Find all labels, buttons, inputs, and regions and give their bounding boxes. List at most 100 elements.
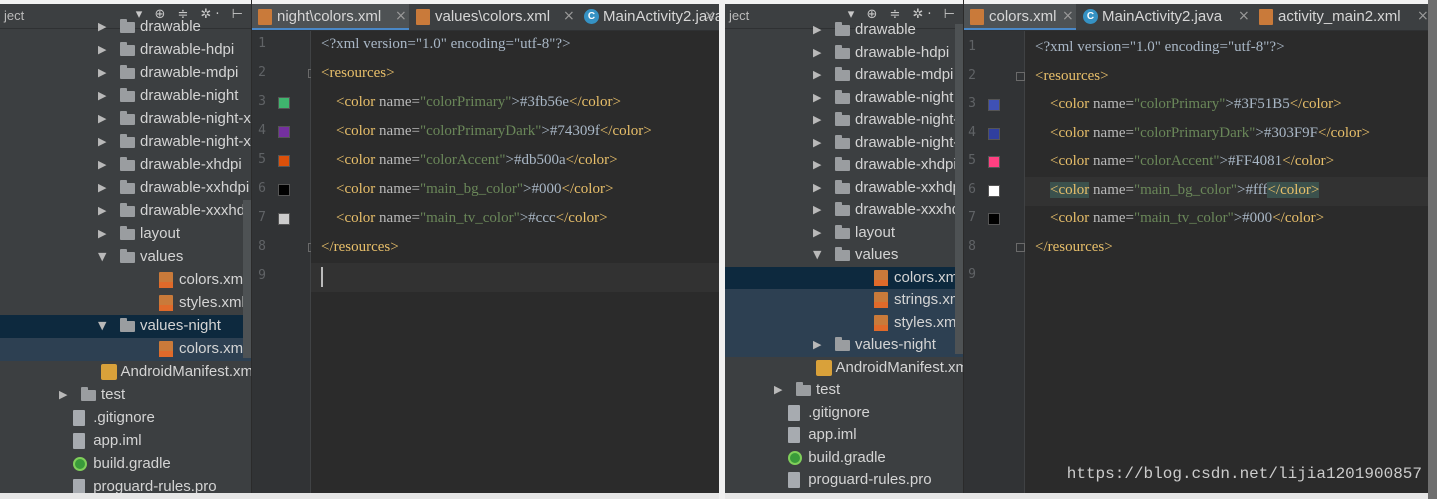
tree-item[interactable]: ▶ drawable-xxxhdpi [0,200,251,223]
color-swatch-icon[interactable] [278,155,290,167]
color-swatch-icon[interactable] [988,127,1000,140]
code-line[interactable]: <color name="main_tv_color">#ccc</color> [311,205,719,234]
collapse-arrow-icon[interactable]: ▶ [98,181,106,194]
expand-arrow-icon[interactable]: ▼ [98,250,106,263]
tree-item[interactable]: styles.xml [0,292,251,315]
tree-item[interactable]: .gitignore [725,402,963,425]
tree-item[interactable]: ▼ values-night [0,315,251,338]
code-editor[interactable]: https://blog.csdn.net/lijia1201900857 <?… [1025,31,1428,493]
tree-item[interactable]: styles.xml [725,311,963,335]
tree-item[interactable]: ▶ drawable-night [725,87,963,110]
collapse-arrow-icon[interactable]: ▶ [813,226,821,239]
tree-item[interactable]: ▶ drawable-hdpi [725,42,963,65]
color-swatch-icon[interactable] [988,99,1000,111]
collapse-arrow-icon[interactable]: ▶ [813,203,821,216]
tree-item[interactable]: proguard-rules.pro [725,469,963,492]
tree-item[interactable]: ▶ test [0,384,251,407]
tree-item[interactable]: .gitignore [0,407,251,430]
tree-item[interactable]: ▶ drawable [0,16,251,39]
tree-item[interactable]: ▼ values [0,246,251,269]
collapse-arrow-icon[interactable]: ▶ [59,388,67,401]
tree-item[interactable]: ▶ layout [725,222,963,245]
expand-arrow-icon[interactable]: ▼ [813,248,821,261]
color-swatch-icon[interactable] [278,213,290,225]
code-line[interactable]: <color name="main_tv_color">#000</color> [1025,205,1428,234]
tree-item[interactable]: build.gradle [725,447,963,470]
code-line[interactable]: <resources> [1025,63,1428,92]
tree-item[interactable]: AndroidManifest.xml [0,361,251,384]
collapse-arrow-icon[interactable]: ▶ [813,68,821,81]
close-tab-icon[interactable]: × [395,8,407,24]
tree-item[interactable]: colors.xml [0,269,251,292]
tree-item[interactable]: ▶ drawable-xhdpi [725,154,963,177]
collapse-arrow-icon[interactable]: ▶ [813,338,821,351]
color-swatch-icon[interactable] [988,184,1000,197]
tree-item[interactable]: strings.xml [725,289,963,312]
code-line[interactable]: <color name="main_bg_color">#fff</color> [1025,176,1428,206]
tree-item[interactable]: app.iml [725,424,963,447]
tree-scrollbar[interactable] [243,200,251,358]
code-line[interactable]: <color name="colorPrimary">#3fb56e</colo… [311,89,719,118]
collapse-arrow-icon[interactable]: ▶ [98,112,106,125]
editor-tab[interactable]: activity_main2.xml × [1253,4,1428,30]
collapse-arrow-icon[interactable]: ▶ [813,23,821,36]
collapse-arrow-icon[interactable]: ▶ [98,89,106,102]
code-line[interactable]: <?xml version="1.0" encoding="utf-8"?> [311,31,719,60]
tree-scrollbar[interactable] [955,24,963,354]
color-swatch-icon[interactable] [278,184,290,196]
tree-item[interactable]: ▶ test [725,379,963,402]
collapse-arrow-icon[interactable]: ▶ [98,204,106,217]
close-tab-icon[interactable]: × [563,8,575,24]
tree-item[interactable]: ▶ drawable-hdpi [0,39,251,62]
fold-marker-icon[interactable] [1016,242,1025,252]
tree-item[interactable]: ▶ drawable-xhdpi [0,154,251,177]
code-line[interactable]: <?xml version="1.0" encoding="utf-8"?> [1025,34,1428,63]
tree-item[interactable]: ▶ drawable-night-xhdpi [725,109,963,132]
code-line[interactable]: <color name="colorPrimaryDark">#303F9F</… [1025,120,1428,149]
tree-item[interactable]: ▶ drawable-xxhdpi [725,177,963,200]
code-line[interactable]: <color name="colorPrimaryDark">#74309f</… [311,118,719,147]
code-line[interactable]: <resources> [311,60,719,89]
tree-item[interactable]: colors.xml [725,266,963,290]
close-tab-icon[interactable]: × [1417,8,1428,24]
tree-item[interactable]: ▶ drawable-mdpi [725,64,963,87]
tree-item[interactable]: ▶ drawable [725,19,963,42]
code-line[interactable]: <color name="colorPrimary">#3F51B5</colo… [1025,91,1428,120]
close-tab-icon[interactable]: × [1238,8,1250,24]
tree-item[interactable]: ▼ values [725,244,963,267]
collapse-arrow-icon[interactable]: ▶ [813,136,821,149]
close-tab-icon[interactable]: × [1062,8,1074,24]
tree-item[interactable]: ▶ values-night [725,334,963,357]
tree-item[interactable]: ▶ drawable-xxhdpi [0,177,251,200]
collapse-arrow-icon[interactable]: ▶ [813,113,821,126]
editor-tab[interactable]: values\colors.xml × [410,4,577,30]
collapse-arrow-icon[interactable]: ▶ [98,66,106,79]
editor-tab[interactable]: night\colors.xml × [252,4,409,30]
tree-item[interactable]: colors.xml [0,338,251,361]
fold-marker-icon[interactable] [1016,71,1025,81]
tree-item[interactable]: ▶ layout [0,223,251,246]
close-tab-icon[interactable]: × [704,8,716,24]
code-line[interactable]: </resources> [311,234,719,263]
code-line[interactable]: <color name="colorAccent">#db500a</color… [311,147,719,176]
code-line[interactable] [311,263,719,292]
tree-item[interactable]: ▶ drawable-xxxhdpi [725,199,963,222]
tree-item[interactable]: ▶ drawable-night-xxhdpi [725,132,963,155]
tree-item[interactable]: ▶ drawable-night-xxhdpi [0,131,251,154]
code-line[interactable] [1025,262,1428,291]
tree-item[interactable]: build.gradle [0,453,251,476]
tree-item[interactable]: ▶ drawable-mdpi [0,62,251,85]
collapse-arrow-icon[interactable]: ▶ [98,43,106,56]
editor-tab[interactable]: colors.xml × [964,4,1076,30]
color-swatch-icon[interactable] [988,156,1000,168]
tree-item[interactable]: AndroidManifest.xml [725,357,963,380]
code-line[interactable]: <color name="colorAccent">#FF4081</color… [1025,148,1428,177]
collapse-arrow-icon[interactable]: ▶ [774,383,782,396]
code-editor[interactable]: <?xml version="1.0" encoding="utf-8"?> <r… [311,31,719,493]
tree-item[interactable]: ▶ drawable-night-xhdpi [0,108,251,131]
color-swatch-icon[interactable] [988,213,1000,225]
color-swatch-icon[interactable] [278,126,290,138]
collapse-arrow-icon[interactable]: ▶ [813,181,821,194]
color-swatch-icon[interactable] [278,97,290,109]
tree-item[interactable]: proguard-rules.pro [0,476,251,493]
